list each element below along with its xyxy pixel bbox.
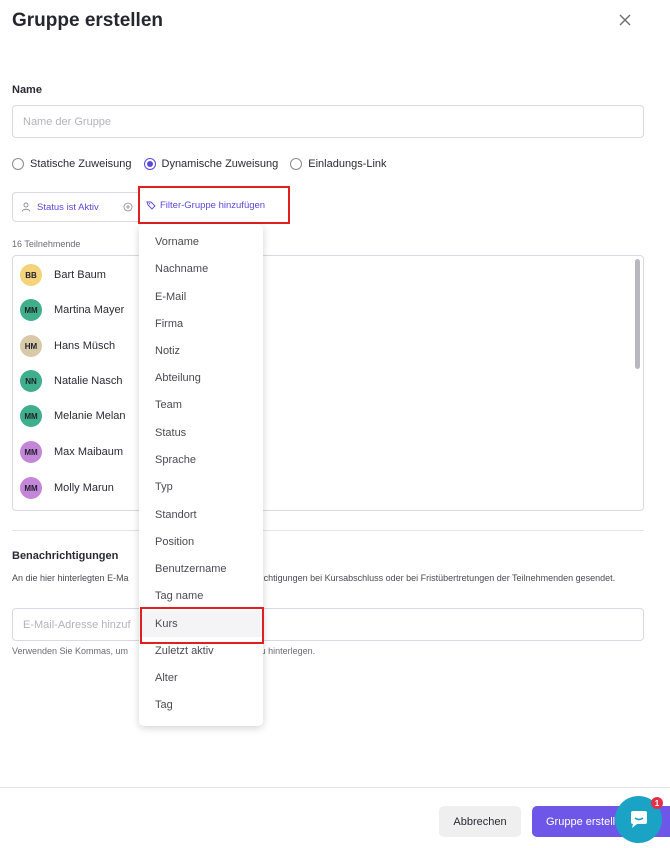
dropdown-item-zuletzt-aktiv[interactable]: Zuletzt aktiv [139,638,263,664]
dropdown-item-position[interactable]: Position [139,529,263,555]
active-filter-chip[interactable]: Status ist Aktiv [12,192,139,222]
list-item[interactable]: HM Hans Müsch [20,334,115,358]
dropdown-item-vorname[interactable]: Vorname [139,229,263,255]
list-item[interactable]: MM Martina Mayer [20,298,124,322]
radio-invite-link[interactable]: Einladungs-Link [290,158,387,170]
avatar: MM [20,405,42,427]
participant-name: Hans Müsch [54,340,116,352]
participant-list[interactable]: BB Bart Baum MM Martina Mayer HM Hans Mü… [12,255,644,511]
email-hint-start: Verwenden Sie Kommas, um [12,646,129,656]
email-hint: Verwenden Sie Kommas, um zu hinterlegen. [12,646,642,656]
radio-dynamic-assignment[interactable]: Dynamische Zuweisung [143,158,279,170]
notifications-description-start: An die hier hinterlegten E-Ma [12,573,129,583]
filter-field-dropdown[interactable]: Vorname Nachname E-Mail Firma Notiz Abte… [139,224,263,726]
add-circle-icon[interactable] [123,202,133,212]
dropdown-item-tag-name[interactable]: Tag name [139,583,263,609]
participant-name: Max Maibaum [54,446,124,458]
dropdown-item-firma[interactable]: Firma [139,311,263,337]
dropdown-item-sprache[interactable]: Sprache [139,447,263,473]
participant-name: Melanie Melan [54,410,126,422]
active-filter-label: Status ist Aktiv [37,201,99,213]
avatar: MM [20,299,42,321]
assignment-options: Statische Zuweisung Dynamische Zuweisung… [12,156,399,172]
dropdown-item-abteilung[interactable]: Abteilung [139,365,263,391]
list-scrollbar[interactable] [635,259,640,369]
participant-count: 16 Teilnehmende [12,239,81,249]
dropdown-item-nachname[interactable]: Nachname [139,256,263,282]
radio-dot-selected [143,158,156,170]
dropdown-item-notiz[interactable]: Notiz [139,338,263,364]
radio-dot [290,158,303,170]
radio-dot [12,158,24,170]
chat-notification-badge: 1 [651,797,663,809]
avatar: MM [20,441,42,463]
dropdown-item-benutzername[interactable]: Benutzername [139,556,263,582]
notifications-description-end: richtigungen bei Kursabschluss oder bei … [258,573,616,583]
group-name-input[interactable] [12,105,644,138]
dropdown-item-typ[interactable]: Typ [139,474,263,500]
user-icon [21,202,31,212]
dropdown-item-email[interactable]: E-Mail [139,284,263,310]
radio-label: Statische Zuweisung [30,158,132,170]
avatar: BB [20,264,42,286]
notifications-description: An die hier hinterlegten E-Ma richtigunge… [12,571,642,585]
radio-label: Einladungs-Link [308,158,387,170]
section-divider [12,530,644,531]
avatar: NN [20,370,42,392]
avatar: MM [20,477,42,499]
list-item[interactable]: BB Bart Baum [20,263,106,287]
add-filter-group-button[interactable]: Filter-Gruppe hinzufügen [138,186,290,224]
dropdown-item-standort[interactable]: Standort [139,502,263,528]
dropdown-item-tag[interactable]: Tag [139,692,263,718]
filter-tag-icon [146,201,156,210]
dropdown-item-kurs[interactable]: Kurs [139,611,263,637]
participant-name: Martina Mayer [54,304,125,316]
participant-name: Molly Marun [54,482,114,494]
dropdown-item-status[interactable]: Status [139,420,263,446]
email-hint-end: zu hinterlegen. [256,646,316,656]
radio-label: Dynamische Zuweisung [161,158,279,170]
email-input[interactable] [12,608,644,641]
dropdown-item-alter[interactable]: Alter [139,665,263,691]
add-filter-label: Filter-Gruppe hinzufügen [160,199,266,211]
list-item[interactable]: MM Molly Marun [20,476,114,500]
notifications-title: Benachrichtigungen [12,550,119,562]
list-item[interactable]: NN Natalie Nasch [20,369,122,393]
name-label: Name [12,84,42,96]
dropdown-item-team[interactable]: Team [139,392,263,418]
avatar: HM [20,335,42,357]
list-item[interactable]: MM Melanie Melan [20,404,126,428]
dialog-title: Gruppe erstellen [12,10,163,31]
chat-icon [630,810,647,828]
list-item[interactable]: MM Max Maibaum [20,440,123,464]
participant-name: Natalie Nasch [54,375,123,387]
close-icon[interactable] [615,10,635,30]
radio-static-assignment[interactable]: Statische Zuweisung [12,158,132,170]
participant-name: Bart Baum [54,269,106,281]
footer-divider [0,787,670,788]
cancel-button[interactable]: Abbrechen [439,806,521,837]
